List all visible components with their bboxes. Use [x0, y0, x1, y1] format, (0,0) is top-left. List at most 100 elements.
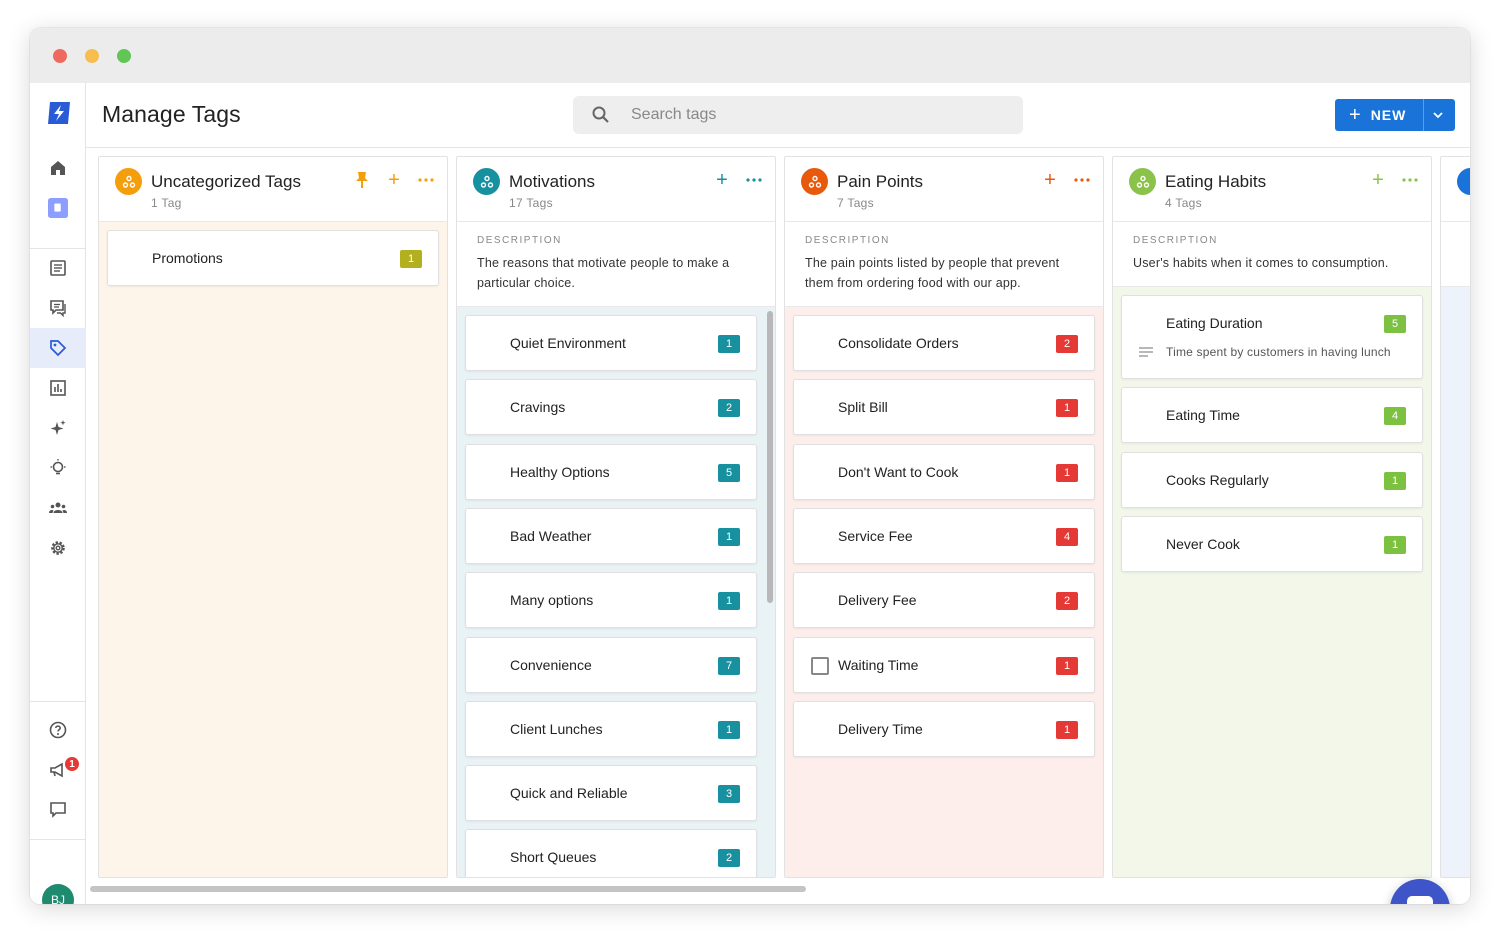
column-header [1441, 157, 1470, 222]
column-motivations: Motivations 17 Tags + DESCRIPTION The re… [456, 156, 776, 878]
app: 1 BJ Manage Tags + NEW [30, 83, 1470, 904]
tag-card[interactable]: Service Fee 4 [793, 508, 1095, 564]
tag-icon[interactable] [30, 328, 86, 368]
chevron-down-icon[interactable] [1431, 108, 1445, 122]
minimize-window-button[interactable] [85, 49, 99, 63]
column-description [1441, 222, 1470, 287]
feedback-icon[interactable] [30, 790, 86, 830]
column-uncategorized: Uncategorized Tags 1 Tag + Promotions 1 [98, 156, 448, 878]
column-header: Motivations 17 Tags + [457, 157, 775, 222]
document-list-icon[interactable] [30, 248, 86, 288]
tag-count-badge: 1 [1056, 721, 1078, 739]
book-icon[interactable] [30, 188, 86, 228]
tag-card[interactable]: Split Bill 1 [793, 379, 1095, 435]
add-tag-icon[interactable]: + [385, 170, 403, 190]
add-tag-icon[interactable]: + [1369, 170, 1387, 190]
more-options-icon[interactable] [745, 171, 763, 189]
column-pain-points: Pain Points 7 Tags + DESCRIPTION The pai… [784, 156, 1104, 878]
column-title: Motivations [509, 172, 595, 191]
board-horizontal-scrollbar[interactable] [90, 886, 806, 892]
home-icon[interactable] [30, 148, 86, 188]
tag-card[interactable]: Delivery Time 1 [793, 701, 1095, 757]
bar-chart-icon[interactable] [30, 368, 86, 408]
sidebar: 1 BJ [30, 83, 86, 904]
more-options-icon[interactable] [417, 171, 435, 189]
add-tag-icon[interactable]: + [713, 170, 731, 190]
tag-card[interactable]: Healthy Options 5 [465, 444, 757, 500]
lightbulb-icon[interactable] [30, 448, 86, 488]
tag-count-badge: 5 [1384, 315, 1406, 333]
description-label: DESCRIPTION [805, 235, 890, 246]
tag-count-badge: 1 [718, 592, 740, 610]
tag-card[interactable]: Eating Duration 5 Time spent by customer… [1121, 295, 1423, 379]
tag-card[interactable]: Eating Time 4 [1121, 387, 1423, 443]
more-options-icon[interactable] [1073, 171, 1091, 189]
more-options-icon[interactable] [1401, 171, 1419, 189]
help-icon[interactable] [30, 710, 86, 750]
plus-icon: + [1349, 104, 1361, 126]
tag-label: Healthy Options [510, 464, 610, 480]
tag-count-badge: 1 [1056, 399, 1078, 417]
tag-label: Don't Want to Cook [838, 464, 959, 480]
tag-label: Consolidate Orders [838, 335, 959, 351]
tag-label: Many options [510, 592, 594, 608]
tag-card[interactable]: Waiting Time 1 [793, 637, 1095, 693]
tag-card[interactable]: Promotions 1 [107, 230, 439, 286]
tag-label: Delivery Time [838, 721, 923, 737]
tag-card[interactable]: Short Queues 2 [465, 829, 757, 877]
tag-label: Service Fee [838, 528, 913, 544]
app-window: 1 BJ Manage Tags + NEW [30, 28, 1470, 904]
column-body: Promotions 1 [99, 222, 447, 877]
tag-count-badge: 4 [1056, 528, 1078, 546]
app-logo-icon[interactable] [44, 98, 74, 128]
sparkle-icon[interactable] [30, 408, 86, 448]
tag-card[interactable]: Many options 1 [465, 572, 757, 628]
tag-count-badge: 1 [1384, 472, 1406, 490]
add-tag-icon[interactable]: + [1041, 170, 1059, 190]
tag-card[interactable]: Quick and Reliable 3 [465, 765, 757, 821]
gear-icon[interactable] [30, 528, 86, 568]
tag-count-badge: 1 [718, 335, 740, 353]
tag-card[interactable]: Consolidate Orders 2 [793, 315, 1095, 371]
close-window-button[interactable] [53, 49, 67, 63]
column-actions: + [713, 170, 763, 190]
tag-count-badge: 4 [1384, 407, 1406, 425]
tag-count-badge: 2 [718, 849, 740, 867]
tag-label: Quiet Environment [510, 335, 626, 351]
search-box[interactable] [573, 96, 1023, 134]
description-label: DESCRIPTION [477, 235, 562, 246]
user-avatar[interactable]: BJ [42, 884, 74, 904]
tag-card[interactable]: Convenience 7 [465, 637, 757, 693]
pin-icon[interactable] [353, 171, 371, 189]
chat-bubbles-icon[interactable] [30, 288, 86, 328]
sidebar-divider [30, 839, 86, 840]
column-body: Consolidate Orders 2 Split Bill 1 Don't Wa… [785, 307, 1103, 877]
tag-card[interactable]: Cravings 2 [465, 379, 757, 435]
notification-badge: 1 [63, 755, 81, 773]
tag-card[interactable]: Client Lunches 1 [465, 701, 757, 757]
tag-checkbox[interactable] [811, 657, 829, 675]
column-tag-count: 4 Tags [1165, 196, 1202, 210]
button-separator [1423, 99, 1424, 131]
tag-card[interactable]: Bad Weather 1 [465, 508, 757, 564]
tag-card[interactable]: Delivery Fee 2 [793, 572, 1095, 628]
people-icon[interactable] [30, 488, 86, 528]
maximize-window-button[interactable] [117, 49, 131, 63]
description-lines-icon [1139, 347, 1153, 357]
column-scrollbar[interactable] [767, 311, 773, 603]
tag-card[interactable]: Cooks Regularly 1 [1121, 452, 1423, 508]
tag-label: Waiting Time [838, 657, 919, 673]
tag-count-badge: 3 [718, 785, 740, 803]
tag-card[interactable]: Never Cook 1 [1121, 516, 1423, 572]
tag-card[interactable]: Don't Want to Cook 1 [793, 444, 1095, 500]
tag-card[interactable]: Quiet Environment 1 [465, 315, 757, 371]
column-eating-habits: Eating Habits 4 Tags + DESCRIPTION User'… [1112, 156, 1432, 878]
tag-label: Eating Duration [1166, 315, 1263, 331]
column-header: Uncategorized Tags 1 Tag + [99, 157, 447, 222]
search-input[interactable] [631, 96, 1011, 134]
tag-label: Cooks Regularly [1166, 472, 1269, 488]
new-button[interactable]: + NEW [1335, 99, 1455, 131]
tag-group-icon [1457, 168, 1470, 195]
tag-count-badge: 1 [1384, 536, 1406, 554]
search-icon [592, 106, 609, 123]
